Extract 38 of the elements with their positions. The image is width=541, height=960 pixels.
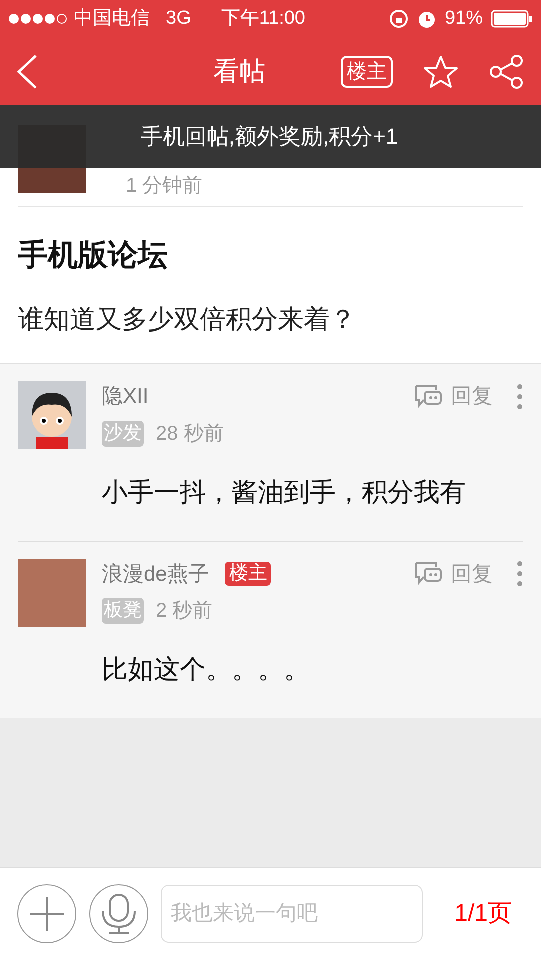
battery-text: 91% [444, 6, 483, 31]
star-icon[interactable] [423, 54, 459, 88]
op-label: 楼主 [225, 562, 272, 586]
page-indicator[interactable]: 1/1页 [454, 896, 512, 932]
battery-icon [491, 10, 533, 28]
share-icon[interactable] [489, 54, 525, 90]
back-icon[interactable] [16, 54, 38, 88]
post-time: 1 分钟前 [126, 175, 203, 197]
reply-button[interactable]: 回复 [413, 381, 493, 412]
author-name[interactable]: 浪漫de燕子 [102, 558, 210, 590]
network-text: 3G [166, 6, 192, 31]
rotation-lock-icon [388, 9, 409, 29]
post-title: 手机版论坛 [18, 238, 169, 274]
toast: 手机回帖,额外奖励,积分+1 [0, 105, 541, 168]
carrier-text: 中国电信 [74, 6, 150, 31]
post-body: 谁知道又多少双倍积分来着？ [18, 303, 357, 336]
microphone-icon[interactable] [89, 884, 149, 944]
page-title: 看帖 [214, 55, 266, 88]
chat-bubble-icon [413, 384, 443, 410]
author-name[interactable]: 隐XII [102, 381, 149, 412]
plus-icon[interactable] [17, 884, 77, 944]
signal-icon [8, 13, 70, 25]
reply-time: 28 秒前 [156, 422, 224, 446]
op-filter-button[interactable]: 楼主 [341, 56, 393, 88]
reply-content: 小手一抖，酱油到手，积分我有 [102, 476, 467, 508]
clock-text: 下午11:00 [221, 6, 306, 31]
photo-placeholder [18, 558, 86, 626]
reply-time: 2 秒前 [156, 599, 213, 624]
comment-input[interactable]: 我也来说一句吧 [161, 885, 423, 943]
cartoon-avatar [18, 381, 86, 449]
reply-content: 比如这个。。。。 [102, 653, 311, 686]
chat-bubble-icon [413, 561, 443, 588]
more-icon[interactable] [517, 384, 523, 410]
floor-label: 沙发 [102, 420, 144, 446]
more-icon[interactable] [517, 561, 523, 588]
floor-label: 板凳 [102, 598, 144, 624]
reply-button[interactable]: 回复 [413, 558, 493, 590]
alarm-icon [416, 9, 437, 29]
